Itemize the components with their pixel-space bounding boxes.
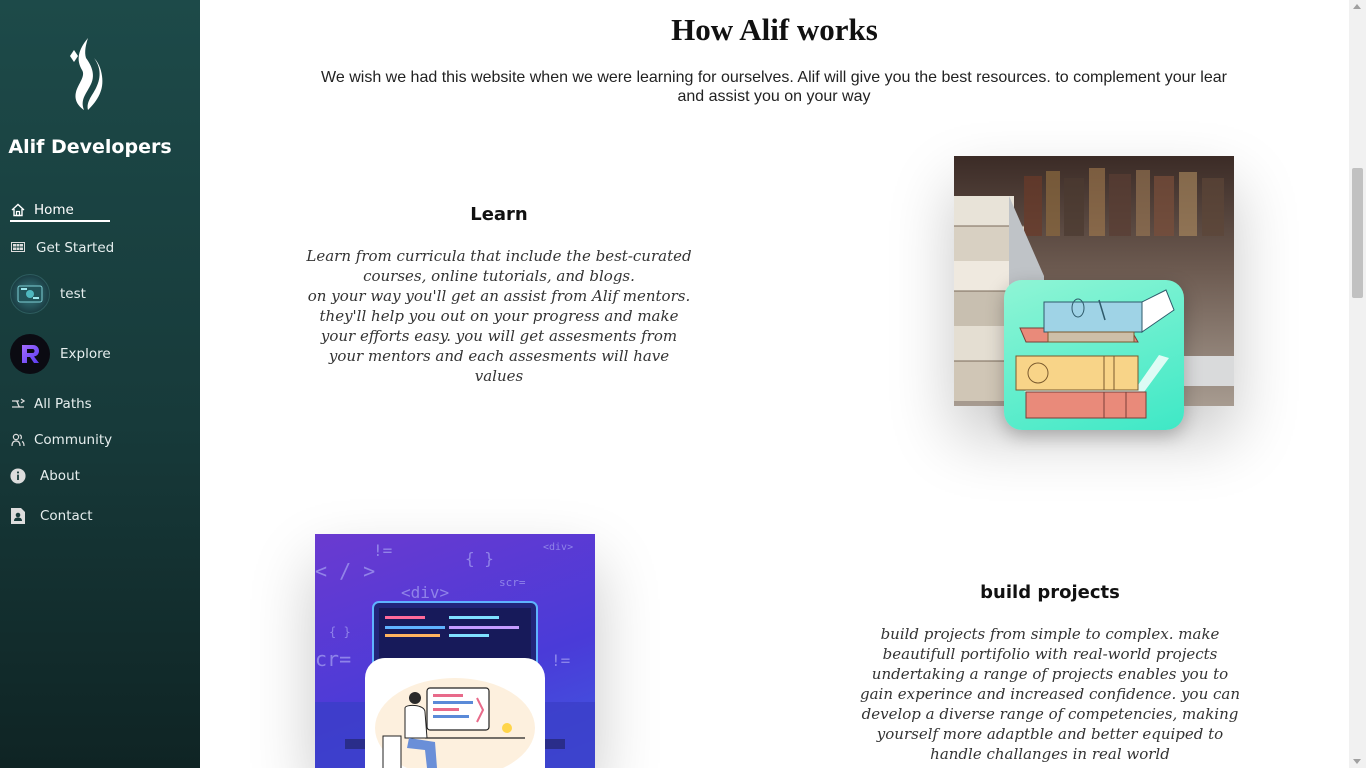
nav-explore[interactable]: Explore	[10, 334, 111, 374]
learn-description: Learn from curricula that include the be…	[300, 246, 698, 386]
intro-text: We wish we had this website when we were…	[316, 68, 1232, 106]
scrollbar-thumb[interactable]	[1352, 168, 1363, 298]
scroll-up-icon[interactable]	[1353, 4, 1361, 9]
contact-icon	[10, 508, 26, 524]
code-label: <div>	[543, 542, 573, 553]
learn-line: they'll help you out on your progress an…	[319, 307, 679, 325]
nav-test-label: test	[60, 286, 86, 302]
page-scrollbar[interactable]	[1349, 0, 1366, 768]
brand-name[interactable]: Alif Developers	[0, 136, 180, 158]
nav-all-paths-label: All Paths	[34, 396, 92, 412]
svg-text:< / >: < / >	[315, 559, 375, 583]
avatar-icon	[10, 274, 50, 314]
intro-line-2: and assist you on your way	[677, 88, 871, 105]
alif-logo-icon[interactable]	[64, 36, 106, 114]
active-underline	[10, 220, 110, 222]
nav-contact[interactable]: Contact	[10, 508, 93, 524]
home-icon	[10, 202, 26, 218]
projects-description: build projects from simple to complex. m…	[856, 624, 1244, 764]
paths-icon	[10, 396, 26, 412]
learn-line: values	[474, 367, 524, 385]
learn-line: your mentors and each assesments will ha…	[328, 347, 670, 365]
sidebar: Alif Developers Home Get Started test Ex…	[0, 0, 200, 768]
code-label: { }	[465, 549, 494, 568]
projects-line: build projects from simple to complex. m…	[880, 625, 1220, 643]
code-label: { }	[329, 625, 351, 639]
projects-line: handle challanges in real world	[930, 745, 1170, 763]
learn-image	[954, 156, 1234, 430]
r-logo-icon	[10, 334, 50, 374]
learn-line: your efforts easy. you will get assesmen…	[320, 327, 678, 345]
projects-image: != { } <div> scr= <div> cr= { } != < / >	[315, 534, 595, 768]
projects-title: build projects	[980, 582, 1120, 603]
nav-explore-label: Explore	[60, 346, 111, 362]
learn-line: Learn from curricula that include the be…	[306, 247, 692, 265]
grid-icon	[10, 240, 26, 256]
nav-community[interactable]: Community	[10, 432, 112, 448]
projects-line: undertaking a range of projects enables …	[871, 665, 1229, 683]
learn-title: Learn	[470, 204, 528, 225]
nav-get-started-label: Get Started	[36, 240, 115, 256]
projects-line: beautifull portifolio with real-world pr…	[882, 645, 1218, 663]
nav-test[interactable]: test	[10, 274, 86, 314]
scroll-down-icon[interactable]	[1353, 759, 1361, 764]
nav-home-label: Home	[34, 202, 74, 218]
nav-contact-label: Contact	[40, 508, 93, 524]
books-illustration	[1004, 280, 1184, 430]
learn-line: on your way you'll get an assist from Al…	[307, 287, 691, 305]
projects-line: yourself more adaptble and better equipe…	[876, 725, 1224, 743]
intro-line-1: We wish we had this website when we were…	[321, 69, 1227, 86]
nav-community-label: Community	[34, 432, 113, 448]
nav-about-label: About	[40, 468, 80, 484]
developer-illustration	[365, 658, 545, 768]
code-label: !=	[551, 651, 570, 670]
code-label: <div>	[401, 583, 449, 602]
nav-get-started[interactable]: Get Started	[10, 240, 114, 256]
nav-all-paths[interactable]: All Paths	[10, 396, 92, 412]
community-icon	[10, 432, 26, 448]
learn-line: courses, online tutorials, and blogs.	[363, 267, 635, 285]
projects-line: develop a diverse range of competencies,…	[861, 705, 1239, 723]
code-label: scr=	[499, 576, 526, 589]
projects-line: gain experince and increased confidence.…	[859, 685, 1241, 703]
info-icon	[10, 468, 26, 484]
code-label: !=	[373, 541, 392, 560]
page-title: How Alif works	[671, 12, 878, 47]
code-label: cr=	[315, 647, 351, 671]
nav-home[interactable]: Home	[10, 202, 74, 218]
nav-about[interactable]: About	[10, 468, 80, 484]
